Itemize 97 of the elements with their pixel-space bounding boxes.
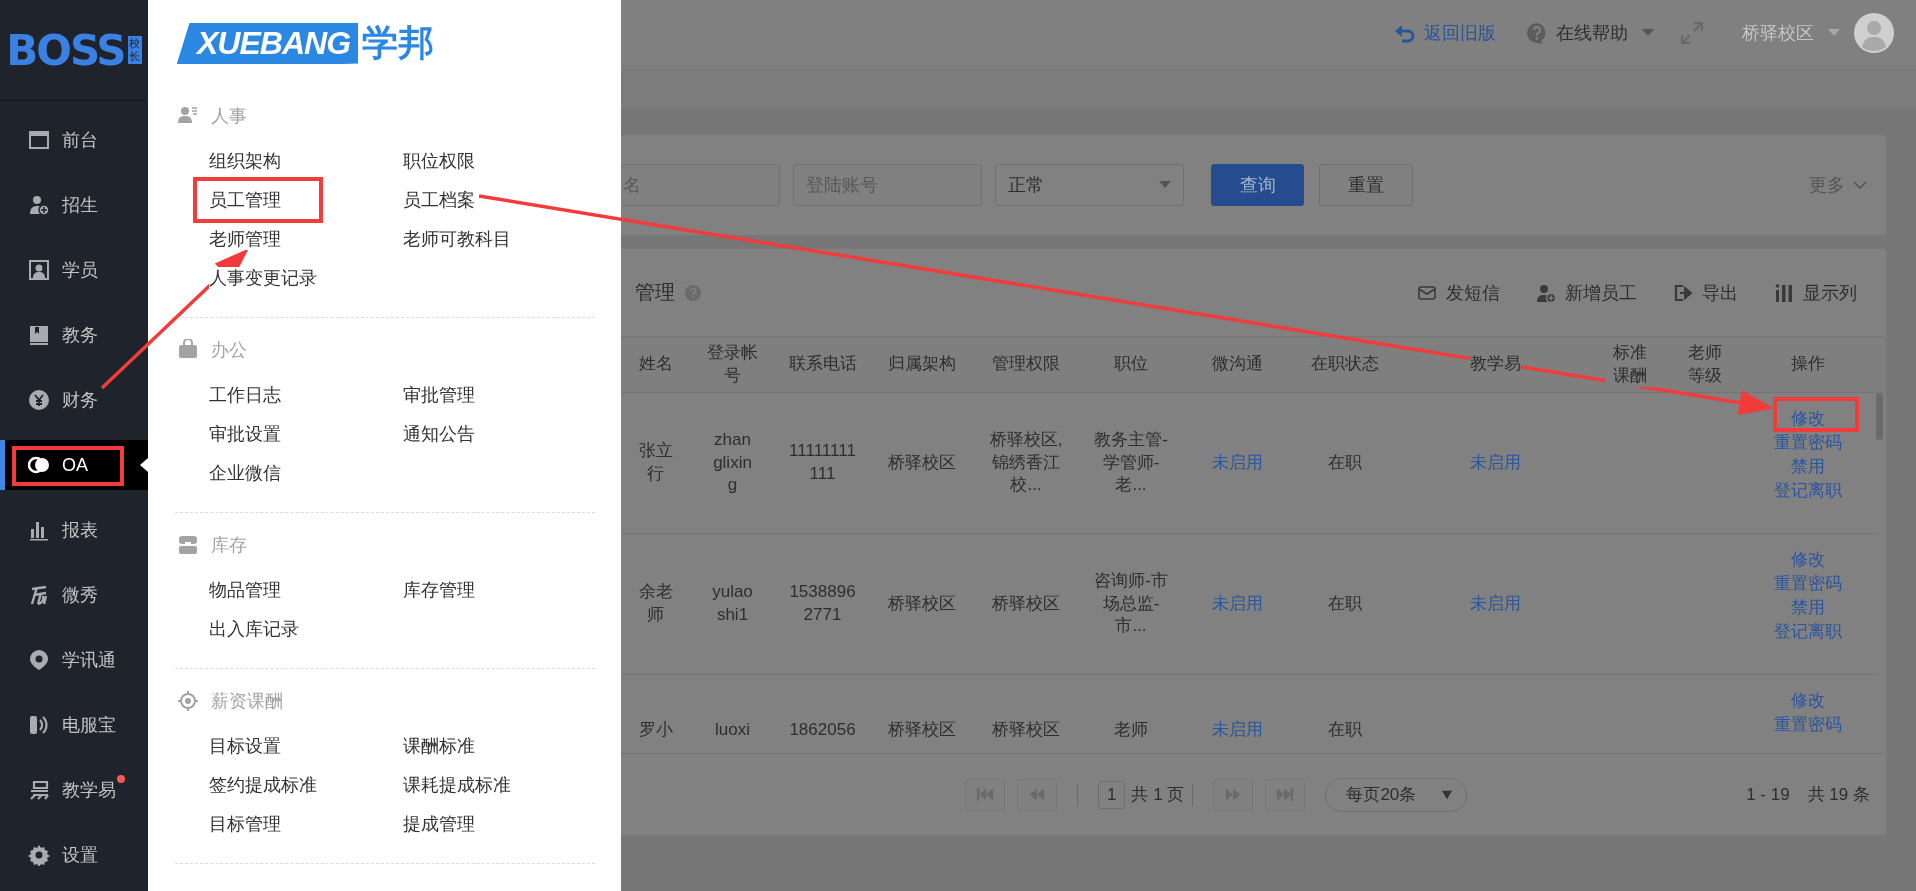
toolbar-button[interactable]: 发短信 bbox=[1417, 280, 1500, 305]
window-icon bbox=[28, 129, 50, 151]
sidebar-item[interactable]: 前台 bbox=[0, 115, 148, 165]
table-cell-text: zhanglixing bbox=[712, 428, 753, 497]
menu-item[interactable]: 老师可教科目 bbox=[403, 228, 511, 250]
table-cell-text: 桥驿校区,锦绣香江校... bbox=[988, 428, 1064, 497]
sidebar-item[interactable]: 学员 bbox=[0, 245, 148, 295]
table-cell-text: 教务主管-学管师-老... bbox=[1093, 428, 1169, 497]
table-cell-text: 在职 bbox=[1328, 592, 1362, 615]
column-header: 标准课酬 bbox=[1606, 342, 1654, 387]
menu-item[interactable]: 企业微信 bbox=[209, 462, 281, 484]
phone-signal-icon bbox=[28, 714, 50, 736]
menu-item[interactable]: 库存管理 bbox=[403, 579, 475, 601]
sidebar-item[interactable]: OA bbox=[0, 440, 148, 490]
table-cell-text: 桥驿校区 bbox=[888, 719, 956, 741]
book-icon bbox=[28, 324, 50, 346]
menu-item[interactable]: 目标管理 bbox=[209, 813, 281, 835]
table-cell-text: 桥驿校区 bbox=[888, 592, 956, 615]
logo-text: 学邦 bbox=[362, 20, 435, 65]
table-cell-text: 桥驿校区 bbox=[992, 719, 1060, 741]
page-count: 共 1 页 bbox=[1131, 784, 1185, 806]
sidebar-item[interactable]: 微秀 bbox=[0, 570, 148, 620]
cabinet-icon bbox=[177, 534, 199, 556]
menu-item[interactable]: 人事变更记录 bbox=[209, 267, 317, 289]
record-total: 共 19 条 bbox=[1807, 784, 1870, 806]
menu-item[interactable]: 员工管理 bbox=[193, 177, 323, 223]
table-cell-text: 老师 bbox=[1114, 719, 1148, 741]
logo-text: BOSS bbox=[6, 25, 125, 75]
section-title: 办公 bbox=[211, 339, 247, 362]
table-cell-text: 余老师 bbox=[637, 581, 674, 626]
caret-icon bbox=[1642, 28, 1654, 37]
menu-item[interactable]: 物品管理 bbox=[209, 579, 281, 601]
table-cell-text: yulaoshi1 bbox=[711, 581, 754, 626]
logo-text: XUEBANG bbox=[175, 22, 358, 64]
table-cell-text: 在职 bbox=[1328, 451, 1362, 474]
sidebar-item[interactable]: 学讯通 bbox=[0, 635, 148, 685]
person-add-icon bbox=[1536, 282, 1556, 303]
menu-item[interactable]: 出入库记录 bbox=[209, 618, 299, 640]
person-add-icon bbox=[28, 194, 50, 216]
table-cell-text: 咨询师-市场总监-市... bbox=[1093, 569, 1169, 638]
record-range: 1 - 19 bbox=[1746, 784, 1790, 805]
menu-item[interactable]: 通知公告 bbox=[403, 423, 475, 445]
location-pin-icon bbox=[28, 649, 50, 671]
yen-coin-icon bbox=[28, 389, 50, 411]
table-cell-text: 11111111111 bbox=[788, 440, 857, 485]
caret-icon bbox=[1442, 789, 1453, 800]
columns-icon bbox=[1774, 282, 1794, 303]
bag-icon bbox=[177, 339, 199, 361]
sidebar-item[interactable]: 电服宝 bbox=[0, 700, 148, 750]
expand-icon bbox=[1680, 20, 1704, 45]
menu-item[interactable]: 课耗提成标准 bbox=[403, 774, 511, 796]
menu-item[interactable]: 课酬标准 bbox=[403, 735, 475, 757]
sidebar-item[interactable]: 设置 bbox=[0, 830, 148, 880]
menu-item[interactable]: 组织架构 bbox=[209, 150, 281, 172]
chevron-down-icon bbox=[1853, 181, 1867, 189]
menu-item[interactable]: 目标设置 bbox=[209, 735, 281, 757]
logo-tag: 校长 bbox=[127, 36, 142, 64]
menu-item[interactable]: 职位权限 bbox=[403, 150, 475, 172]
stripes-icon bbox=[28, 779, 50, 801]
sidebar-item[interactable]: 招生 bbox=[0, 180, 148, 230]
sidebar-item[interactable]: 财务 bbox=[0, 375, 148, 425]
section-title: 薪资课酬 bbox=[211, 690, 283, 713]
sidebar-item[interactable]: 教学易 bbox=[0, 765, 148, 815]
menu-item[interactable]: 审批设置 bbox=[209, 423, 281, 445]
bar-chart-icon bbox=[28, 519, 50, 541]
menu-item[interactable]: 工作日志 bbox=[209, 384, 281, 406]
table-cell-text: 桥驿校区 bbox=[992, 592, 1060, 615]
table-title: 管理 bbox=[635, 280, 675, 305]
menu-item[interactable]: 签约提成标准 bbox=[209, 774, 317, 796]
table-cell-text: luoxi bbox=[715, 719, 750, 741]
portrait-icon bbox=[28, 259, 50, 281]
table-cell-text: 张立行 bbox=[637, 440, 674, 485]
sidebar-item[interactable]: 教务 bbox=[0, 310, 148, 360]
table-cell-text: 桥驿校区 bbox=[888, 451, 956, 474]
caret-icon bbox=[1159, 181, 1171, 189]
sidebar-item[interactable]: 报表 bbox=[0, 505, 148, 555]
menu-item[interactable]: 审批管理 bbox=[403, 384, 475, 406]
avatar-icon bbox=[1854, 12, 1894, 53]
table-cell-text: 在职 bbox=[1328, 719, 1362, 741]
caret-icon bbox=[1828, 28, 1840, 37]
status-select[interactable]: 正常 bbox=[995, 164, 1184, 206]
help-icon bbox=[1526, 21, 1548, 44]
table-cell-text: 罗小 bbox=[638, 719, 673, 741]
menu-item[interactable]: 提成管理 bbox=[403, 813, 475, 835]
table-cell-text: 15388962771 bbox=[788, 581, 857, 626]
table-cell-text: 1862056 bbox=[789, 719, 856, 741]
export-icon bbox=[1673, 282, 1693, 303]
section-title: 库存 bbox=[211, 534, 247, 557]
chat-bubbles-icon bbox=[28, 454, 50, 476]
toolbar-button[interactable]: 新增员工 bbox=[1536, 280, 1637, 305]
search-button[interactable]: 查询 bbox=[1211, 164, 1304, 206]
target-icon bbox=[177, 690, 199, 712]
menu-item[interactable]: 员工档案 bbox=[403, 189, 475, 211]
brush-strokes-icon bbox=[28, 584, 50, 606]
menu-item[interactable]: 老师管理 bbox=[209, 228, 281, 250]
section-title: 人事 bbox=[211, 105, 247, 128]
settings-icon bbox=[28, 844, 50, 866]
